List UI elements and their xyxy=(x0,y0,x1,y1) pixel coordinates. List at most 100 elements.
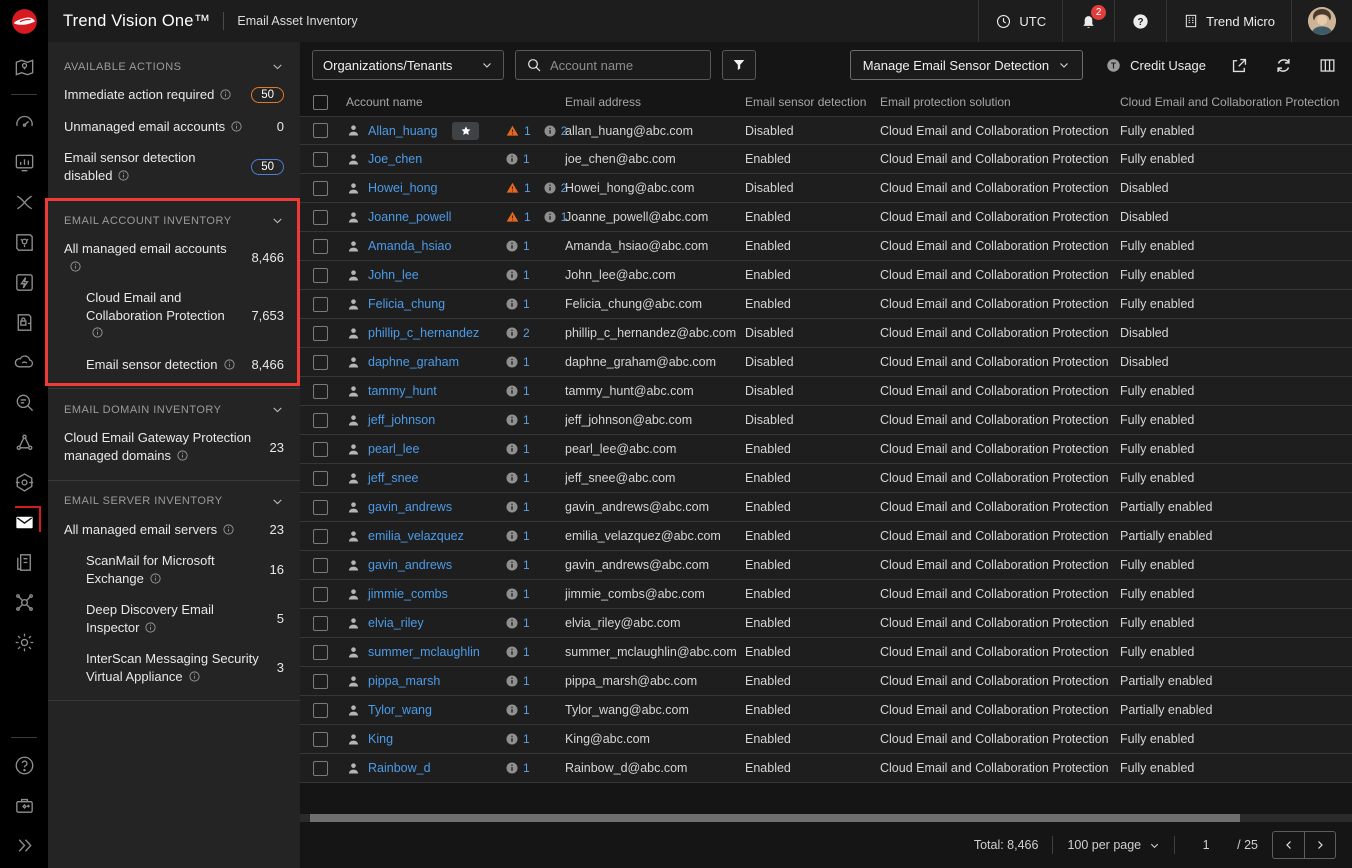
timezone-selector[interactable]: UTC xyxy=(978,0,1062,42)
asset-map-icon[interactable] xyxy=(11,54,37,80)
info-count-badge[interactable]: 1 xyxy=(505,703,530,717)
row-checkbox[interactable] xyxy=(313,297,328,312)
column-settings-button[interactable] xyxy=(1316,54,1338,76)
xdr-icon[interactable] xyxy=(11,189,37,215)
warning-count-badge[interactable]: 1 xyxy=(505,181,531,195)
previous-page-button[interactable] xyxy=(1273,832,1304,858)
org-tenant-dropdown[interactable]: Organizations/Tenants xyxy=(312,50,504,80)
info-count-badge[interactable]: 1 xyxy=(505,442,530,456)
sidebar-section-header[interactable]: EMAIL ACCOUNT INVENTORY xyxy=(48,206,300,233)
warning-count-badge[interactable]: 1 xyxy=(505,124,531,138)
account-name-link[interactable]: jimmie_combs xyxy=(368,587,448,601)
select-all-checkbox[interactable] xyxy=(313,95,328,110)
sidebar-item[interactable]: All managed email accounts8,466 xyxy=(48,233,300,282)
account-name-link[interactable]: Howei_hong xyxy=(368,181,438,195)
sidebar-item[interactable]: Immediate action required50 xyxy=(48,79,300,111)
sidebar-section-header[interactable]: EMAIL DOMAIN INVENTORY xyxy=(48,395,300,422)
row-checkbox[interactable] xyxy=(313,616,328,631)
column-header-email-address[interactable]: Email address xyxy=(565,95,745,109)
row-checkbox[interactable] xyxy=(313,732,328,747)
row-checkbox[interactable] xyxy=(313,326,328,341)
column-header-email-protection-solution[interactable]: Email protection solution xyxy=(880,95,1120,109)
info-count-badge[interactable]: 2 xyxy=(505,326,530,340)
settings-gear-icon[interactable] xyxy=(11,629,37,655)
info-count-badge[interactable]: 1 xyxy=(505,239,530,253)
info-count-badge[interactable]: 1 xyxy=(505,616,530,630)
account-name-link[interactable]: Felicia_chung xyxy=(368,297,445,311)
row-checkbox[interactable] xyxy=(313,442,328,457)
account-name-link[interactable]: emilia_velazquez xyxy=(368,529,464,543)
account-name-link[interactable]: Tylor_wang xyxy=(368,703,432,717)
info-count-badge[interactable]: 1 xyxy=(505,413,530,427)
notifications-button[interactable]: 2 xyxy=(1062,0,1114,42)
filter-button[interactable] xyxy=(722,50,756,80)
row-checkbox[interactable] xyxy=(313,558,328,573)
info-count-badge[interactable]: 1 xyxy=(505,529,530,543)
manage-email-sensor-detection-button[interactable]: Manage Email Sensor Detection xyxy=(850,50,1083,80)
sidebar-item[interactable]: InterScan Messaging Security Virtual App… xyxy=(48,643,300,692)
account-name-link[interactable]: elvia_riley xyxy=(368,616,424,630)
row-checkbox[interactable] xyxy=(313,703,328,718)
account-name-link[interactable]: Amanda_hsiao xyxy=(368,239,451,253)
info-count-badge[interactable]: 1 xyxy=(505,297,530,311)
row-checkbox[interactable] xyxy=(313,268,328,283)
next-page-button[interactable] xyxy=(1304,832,1335,858)
info-count-badge[interactable]: 1 xyxy=(543,210,568,224)
credit-usage-button[interactable]: T Credit Usage xyxy=(1105,57,1206,74)
email-inventory-icon[interactable] xyxy=(11,509,37,535)
account-name-link[interactable]: jeff_snee xyxy=(368,471,419,485)
info-count-badge[interactable]: 1 xyxy=(505,732,530,746)
refresh-button[interactable] xyxy=(1272,54,1294,76)
policy-icon[interactable] xyxy=(11,309,37,335)
info-count-badge[interactable]: 1 xyxy=(505,152,530,166)
sidebar-item[interactable]: Cloud Email Gateway Protection managed d… xyxy=(48,422,300,471)
row-checkbox[interactable] xyxy=(313,674,328,689)
account-name-link[interactable]: jeff_johnson xyxy=(368,413,435,427)
account-name-link[interactable]: pippa_marsh xyxy=(368,674,440,688)
column-header-cloud-email-collab-protection[interactable]: Cloud Email and Collaboration Protection xyxy=(1120,95,1352,109)
sidebar-item[interactable]: Unmanaged email accounts0 xyxy=(48,111,300,143)
account-name-link[interactable]: Joe_chen xyxy=(368,152,422,166)
row-checkbox[interactable] xyxy=(313,587,328,602)
help-button[interactable]: ? xyxy=(1114,0,1166,42)
user-menu[interactable] xyxy=(1291,0,1352,42)
info-count-badge[interactable]: 1 xyxy=(505,500,530,514)
sidebar-item[interactable]: ScanMail for Microsoft Exchange16 xyxy=(48,545,300,594)
row-checkbox[interactable] xyxy=(313,471,328,486)
info-count-badge[interactable]: 1 xyxy=(505,558,530,572)
info-count-badge[interactable]: 1 xyxy=(505,674,530,688)
info-count-badge[interactable]: 1 xyxy=(505,761,530,775)
info-count-badge[interactable]: 2 xyxy=(543,181,568,195)
sidebar-item[interactable]: All managed email servers23 xyxy=(48,514,300,546)
account-name-link[interactable]: gavin_andrews xyxy=(368,500,452,514)
row-checkbox[interactable] xyxy=(313,152,328,167)
info-count-badge[interactable]: 1 xyxy=(505,268,530,282)
horizontal-scrollbar[interactable] xyxy=(300,814,1352,822)
info-count-badge[interactable]: 2 xyxy=(543,124,568,138)
threat-search-icon[interactable] xyxy=(11,389,37,415)
account-name-link[interactable]: Allan_huang xyxy=(368,124,438,138)
warning-count-badge[interactable]: 1 xyxy=(505,210,531,224)
server-inventory-icon[interactable] xyxy=(11,549,37,575)
export-button[interactable] xyxy=(1228,54,1250,76)
row-checkbox[interactable] xyxy=(313,529,328,544)
per-page-dropdown[interactable]: 100 per page xyxy=(1067,838,1160,852)
info-count-badge[interactable]: 1 xyxy=(505,587,530,601)
info-count-badge[interactable]: 1 xyxy=(505,355,530,369)
workbench-icon[interactable] xyxy=(11,229,37,255)
row-checkbox[interactable] xyxy=(313,645,328,660)
response-icon[interactable] xyxy=(11,269,37,295)
account-name-link[interactable]: Joanne_powell xyxy=(368,210,451,224)
account-name-link[interactable]: phillip_c_hernandez xyxy=(368,326,479,340)
attack-surface-icon[interactable] xyxy=(11,429,37,455)
sidebar-section-header[interactable]: AVAILABLE ACTIONS xyxy=(48,52,300,79)
account-name-link[interactable]: daphne_graham xyxy=(368,355,459,369)
dashboard-gauge-icon[interactable] xyxy=(11,109,37,135)
organization-menu[interactable]: Trend Micro xyxy=(1166,0,1291,42)
account-name-link[interactable]: King xyxy=(368,732,393,746)
row-checkbox[interactable] xyxy=(313,181,328,196)
row-checkbox[interactable] xyxy=(313,761,328,776)
row-checkbox[interactable] xyxy=(313,500,328,515)
cloud-security-icon[interactable] xyxy=(11,349,37,375)
network-forensics-icon[interactable] xyxy=(11,589,37,615)
